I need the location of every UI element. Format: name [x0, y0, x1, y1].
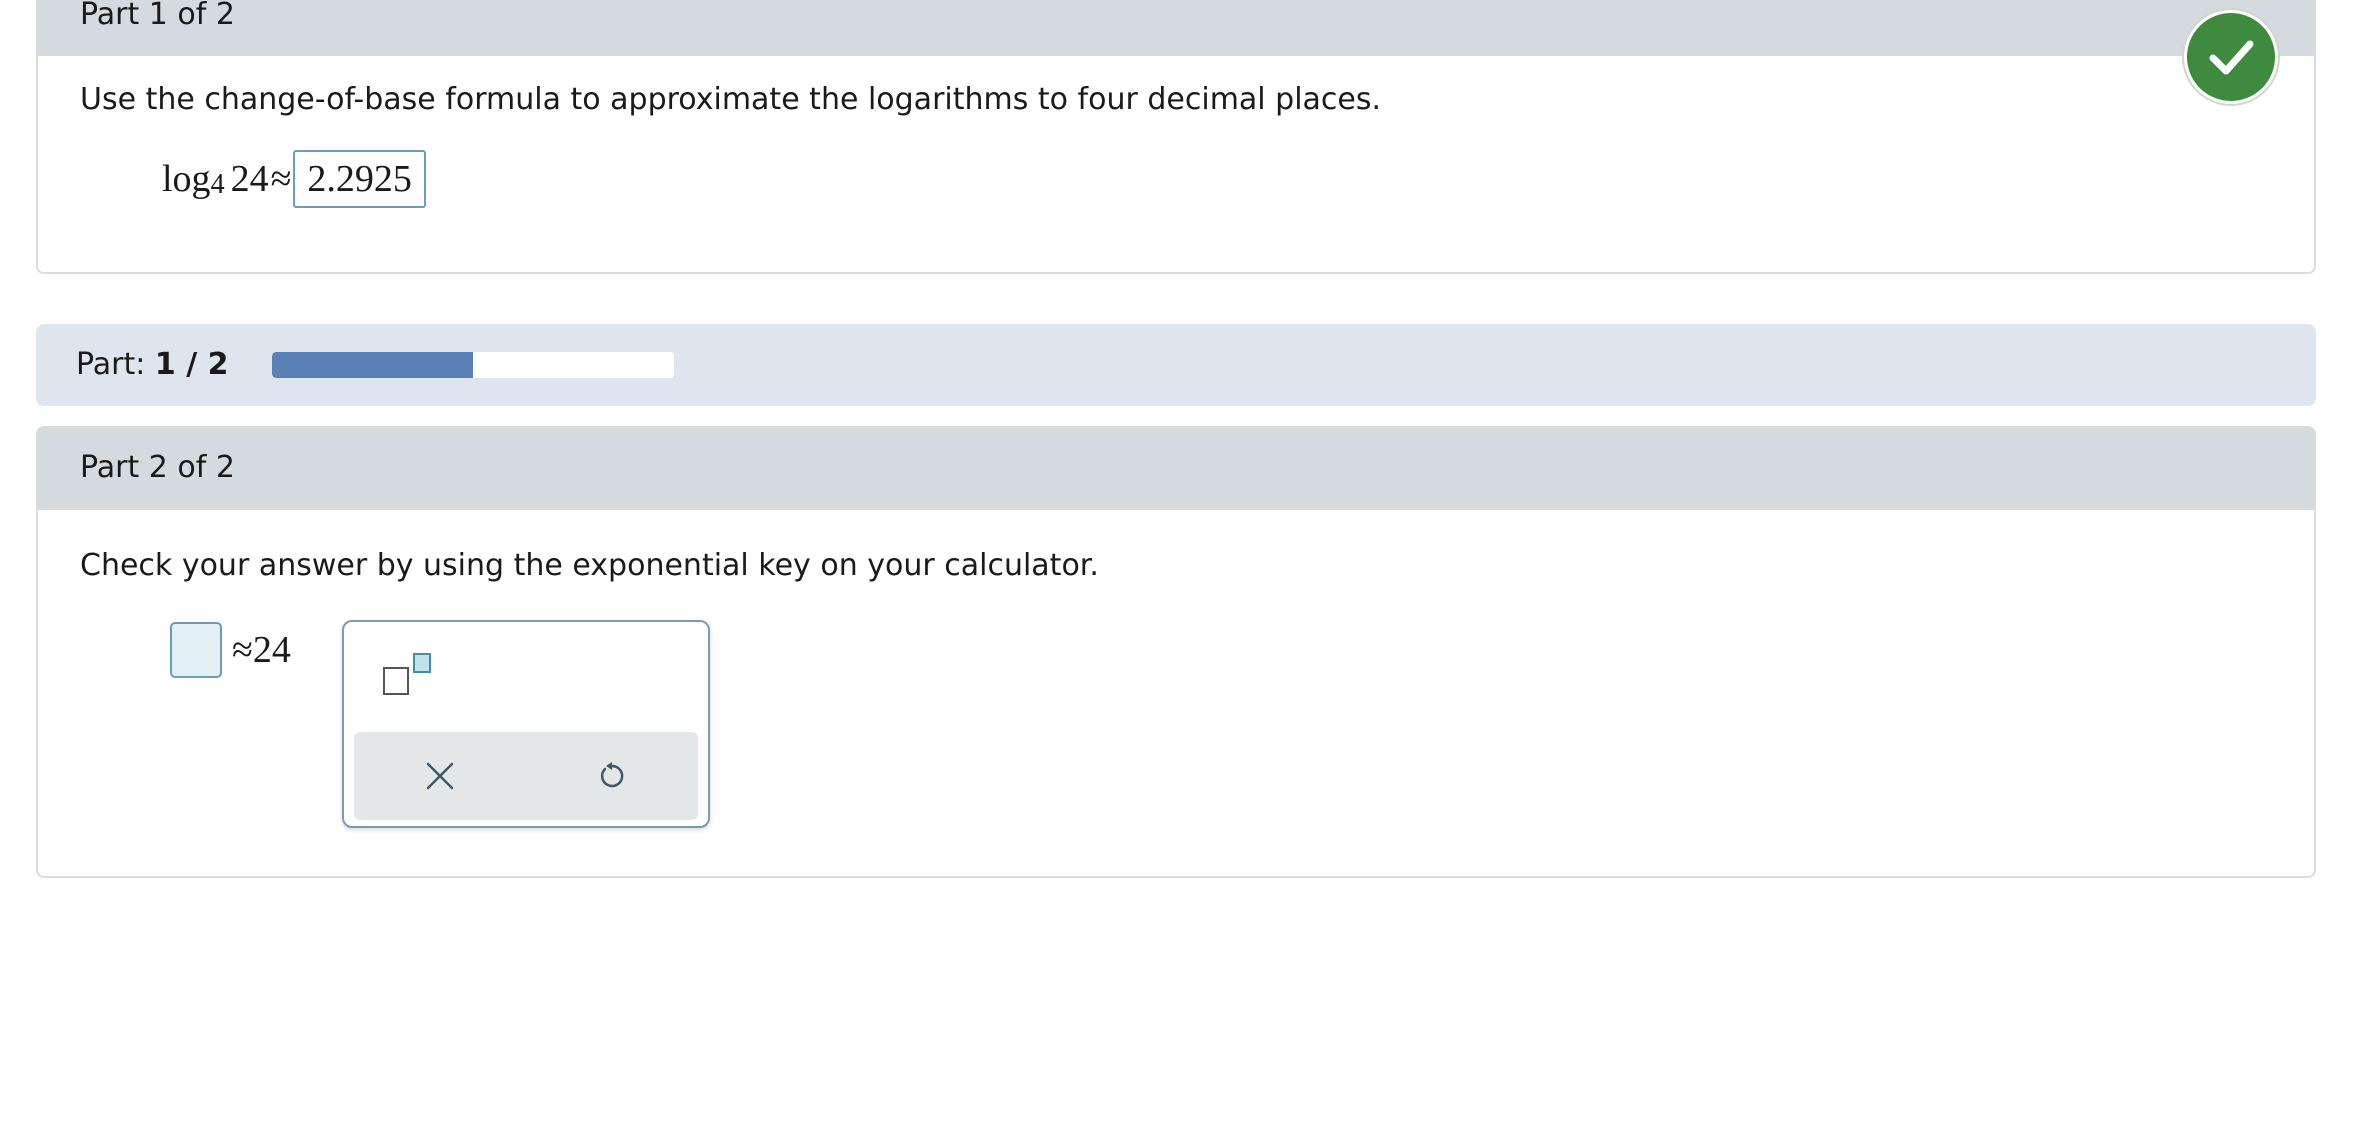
part-1-math: log 4 24 ≈ 2.2925: [162, 150, 426, 208]
part-1-card: Part 1 of 2 Use the change-of-base formu…: [36, 0, 2316, 274]
part-1-header: Part 1 of 2: [38, 0, 2314, 56]
log-argument: 24: [230, 158, 269, 200]
approx-symbol: ≈: [232, 629, 253, 671]
progress-fill: [272, 352, 473, 378]
clear-button[interactable]: [414, 750, 466, 802]
close-icon: [426, 762, 454, 790]
approx-symbol: ≈: [270, 158, 292, 200]
part-2-header: Part 2 of 2: [38, 426, 2314, 510]
part-progress-count: 1 / 2: [154, 347, 229, 382]
log-base: 4: [210, 169, 225, 200]
undo-button[interactable]: [586, 750, 638, 802]
math-palette: [342, 620, 710, 828]
undo-icon: [600, 762, 624, 788]
part-label-text: Part:: [76, 347, 146, 382]
exponent-answer-input[interactable]: [170, 622, 222, 678]
part-2-math: ≈ 24: [170, 622, 291, 678]
log-text: log: [162, 158, 211, 200]
part-2-instruction: Check your answer by using the exponenti…: [80, 548, 1099, 583]
exponent-template-icon: [383, 653, 431, 695]
part-1-instruction: Use the change-of-base formula to approx…: [80, 82, 1382, 117]
approx-value: 24: [252, 629, 291, 671]
correct-check-icon: [2184, 10, 2278, 104]
exponent-template-button[interactable]: [382, 650, 442, 700]
progress-track: [272, 352, 674, 378]
part-progress-label: Part: 1 / 2: [76, 324, 228, 406]
palette-actions: [354, 732, 698, 820]
answer-field[interactable]: 2.2925: [293, 150, 426, 208]
part-progress: Part: 1 / 2: [36, 324, 2316, 406]
